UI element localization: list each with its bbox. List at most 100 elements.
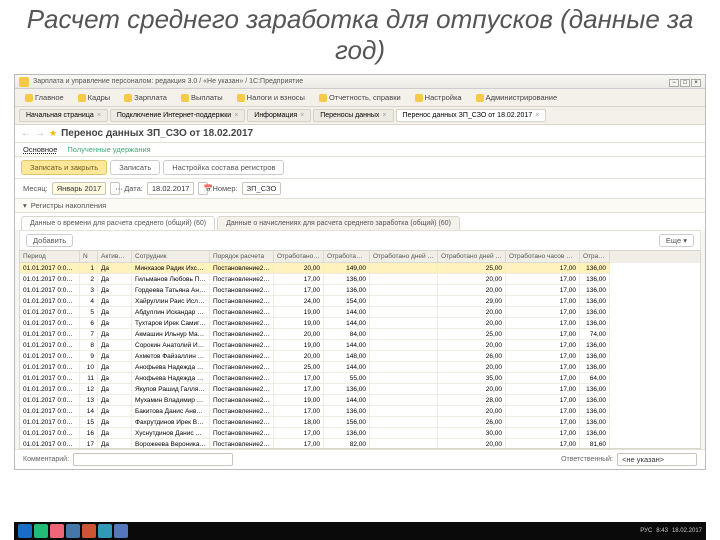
table-row[interactable]: 01.01.2017 0:00:004ДаХайруллин Раис Исла… xyxy=(20,296,700,307)
app-shortcut-icon[interactable] xyxy=(66,524,80,538)
cell: Да xyxy=(98,263,132,274)
tab[interactable]: Переносы данных× xyxy=(313,109,393,122)
comment-input[interactable] xyxy=(73,453,233,466)
number-input[interactable]: ЗП_СЗО xyxy=(242,182,282,195)
cell: 17,00 xyxy=(506,318,580,329)
date-picker-icon[interactable]: 📅 xyxy=(198,182,208,195)
tab[interactable]: Начальная страница× xyxy=(19,109,108,122)
table-row[interactable]: 01.01.2017 0:00:0013ДаМухамин Владимир Я… xyxy=(20,395,700,406)
table-row[interactable]: 01.01.2017 0:00:002ДаГильманов Любовь Па… xyxy=(20,274,700,285)
cell: 17,00 xyxy=(274,373,324,384)
month-picker-icon[interactable]: ⋯ xyxy=(110,182,120,195)
column-header[interactable]: Отраб... xyxy=(580,251,610,263)
app-shortcut-icon[interactable] xyxy=(50,524,64,538)
column-header[interactable]: Отработано дней по пятидне... xyxy=(438,251,506,263)
menu-item[interactable]: Кадры xyxy=(72,91,116,104)
subnav-main[interactable]: Основное xyxy=(23,145,57,154)
cell: Ахметов Файзаллин Х... xyxy=(132,351,210,362)
responsible-input[interactable]: <не указан> xyxy=(617,453,697,466)
cell: 156,00 xyxy=(324,417,370,428)
tab[interactable]: Информация× xyxy=(247,109,311,122)
chevron-down-icon: ▾ xyxy=(23,201,27,210)
close-icon[interactable]: × xyxy=(300,112,304,119)
table-row[interactable]: 01.01.2017 0:00:003ДаГордеева Татьяна Ан… xyxy=(20,285,700,296)
table-row[interactable]: 01.01.2017 0:00:008ДаСорокин Анатолий Ив… xyxy=(20,340,700,351)
app-shortcut-icon[interactable] xyxy=(98,524,112,538)
cell: Гордеева Татьяна Анат... xyxy=(132,285,210,296)
column-header[interactable]: Сотрудник xyxy=(132,251,210,263)
table-row[interactable]: 01.01.2017 0:00:0011ДаАнофьева Надежда Я… xyxy=(20,373,700,384)
cell: 20,00 xyxy=(438,340,506,351)
cell: Постановление2010 xyxy=(210,263,274,274)
table-row[interactable]: 01.01.2017 0:00:005ДаАбдуллин Искандар А… xyxy=(20,307,700,318)
cell: Постановление2010 xyxy=(210,296,274,307)
nav-back-icon[interactable]: ← xyxy=(21,128,31,139)
cell: 17,00 xyxy=(506,439,580,448)
nav-forward-icon[interactable]: → xyxy=(35,128,45,139)
cell: 17,00 xyxy=(506,296,580,307)
menu-item[interactable]: Зарплата xyxy=(118,91,173,104)
register-tab[interactable]: Данные о времени для расчета среднего (о… xyxy=(21,216,215,230)
column-header[interactable]: Отработано дней по шестидне... xyxy=(370,251,438,263)
taskbar-apps[interactable] xyxy=(18,524,128,538)
column-header[interactable]: Отработано ч... xyxy=(324,251,370,263)
grid-body[interactable]: 01.01.2017 0:00:001ДаМинхазов Радик Ихса… xyxy=(20,263,700,448)
register-settings-button[interactable]: Настройка состава регистров xyxy=(163,160,284,175)
save-button[interactable]: Записать xyxy=(110,160,160,175)
cell: Постановление2010 xyxy=(210,362,274,373)
favorite-star-icon[interactable]: ★ xyxy=(49,128,57,139)
menu-item[interactable]: Главное xyxy=(19,91,70,104)
cell: Постановление2010 xyxy=(210,384,274,395)
cell: 01.01.2017 0:00:00 xyxy=(20,307,80,318)
cell xyxy=(370,428,438,439)
subnav-deductions[interactable]: Полученные удержания xyxy=(67,145,150,154)
app-shortcut-icon[interactable] xyxy=(82,524,96,538)
close-icon[interactable]: × xyxy=(234,112,238,119)
column-header[interactable]: Период xyxy=(20,251,80,263)
column-header[interactable]: Активность xyxy=(98,251,132,263)
menu-item[interactable]: Выплаты xyxy=(175,91,229,104)
column-header[interactable]: N xyxy=(80,251,98,263)
month-input[interactable]: Январь 2017 xyxy=(52,182,106,195)
cell: 17,00 xyxy=(506,263,580,274)
table-row[interactable]: 01.01.2017 0:00:0017ДаВорожеева Вероника… xyxy=(20,439,700,448)
table-row[interactable]: 01.01.2017 0:00:0015ДаФахрутдинов Ирек В… xyxy=(20,417,700,428)
table-row[interactable]: 01.01.2017 0:00:0014ДаБакитова Данис Анв… xyxy=(20,406,700,417)
table-row[interactable]: 01.01.2017 0:00:0010ДаАнофьева Надежда Б… xyxy=(20,362,700,373)
registers-accordion[interactable]: ▾ Регистры накопления xyxy=(15,199,705,213)
menu-item[interactable]: Настройка xyxy=(409,91,468,104)
cell: Постановление2010 xyxy=(210,285,274,296)
table-row[interactable]: 01.01.2017 0:00:006ДаТухтаров Ирек Самиг… xyxy=(20,318,700,329)
save-and-close-button[interactable]: Записать и закрыть xyxy=(21,160,107,175)
language-indicator[interactable]: РУС xyxy=(640,528,652,534)
column-header[interactable]: Порядок расчета xyxy=(210,251,274,263)
close-icon[interactable]: × xyxy=(382,112,386,119)
menu-item[interactable]: Налоги и взносы xyxy=(231,91,311,104)
tab[interactable]: Перенос данных ЗП_СЗО от 18.02.2017× xyxy=(396,109,547,122)
menu-item[interactable]: Администрирование xyxy=(470,91,564,104)
more-button[interactable]: Еще ▾ xyxy=(659,234,694,247)
cell: Минхазов Радик Ихсан... xyxy=(132,263,210,274)
column-header[interactable]: Отработано д... xyxy=(274,251,324,263)
close-icon[interactable]: × xyxy=(97,112,101,119)
column-header[interactable]: Отработано часов по пятидн... xyxy=(506,251,580,263)
taskbar-tray[interactable]: РУС 8:43 18.02.2017 xyxy=(640,528,702,534)
register-tab[interactable]: Данные о начислениях для расчета среднег… xyxy=(217,216,460,230)
app-shortcut-icon[interactable] xyxy=(34,524,48,538)
cell: 17,00 xyxy=(274,439,324,448)
close-icon[interactable]: × xyxy=(535,112,539,119)
add-row-button[interactable]: Добавить xyxy=(26,234,73,247)
table-row[interactable]: 01.01.2017 0:00:007ДаАкмашин Ильнур Мар.… xyxy=(20,329,700,340)
cell: 17,00 xyxy=(506,384,580,395)
menu-item[interactable]: Отчетность, справки xyxy=(313,91,407,104)
app-shortcut-icon[interactable] xyxy=(114,524,128,538)
table-row[interactable]: 01.01.2017 0:00:001ДаМинхазов Радик Ихса… xyxy=(20,263,700,274)
table-row[interactable]: 01.01.2017 0:00:0016ДаХуснутдинов Данис … xyxy=(20,428,700,439)
window-controls[interactable]: −□× xyxy=(668,77,701,87)
tab[interactable]: Подключение Интернет-поддержки× xyxy=(110,109,245,122)
table-row[interactable]: 01.01.2017 0:00:0012ДаЯкупов Рашид Галля… xyxy=(20,384,700,395)
start-icon[interactable] xyxy=(18,524,32,538)
table-row[interactable]: 01.01.2017 0:00:009ДаАхметов Файзаллин Х… xyxy=(20,351,700,362)
date-input[interactable]: 18.02.2017 xyxy=(147,182,195,195)
windows-taskbar[interactable]: РУС 8:43 18.02.2017 xyxy=(14,522,706,540)
